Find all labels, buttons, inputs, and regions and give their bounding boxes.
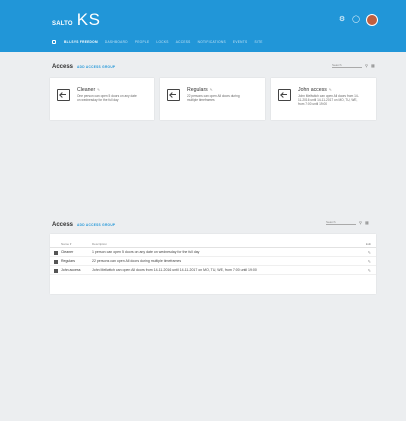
nav-site-selector[interactable]: Bli-Sys Freedom [64, 40, 98, 44]
card-description: John Mellwitch can open All doors from 1… [298, 94, 359, 107]
access-group-icon [54, 268, 58, 273]
grid-view-icon[interactable]: ▦ [371, 63, 375, 68]
search-bar: Search ⚲ ▦ [326, 220, 369, 225]
brand-name: KS [76, 10, 101, 29]
access-group-icon [278, 89, 291, 101]
table-row[interactable]: John access John Mellwitch can open All … [50, 266, 376, 275]
column-description-header: Description [92, 242, 108, 246]
add-access-group-button[interactable]: Add access group [77, 65, 115, 69]
table-header: Name ▾ Description Edit [50, 240, 376, 248]
section-title: Access [52, 64, 74, 70]
access-group-icon [57, 89, 70, 101]
card-description: 22 persons can open All doors during mul… [187, 94, 240, 103]
edit-pencil-icon[interactable]: ✎ [329, 88, 332, 92]
search-icon[interactable]: ⚲ [359, 220, 362, 225]
section-title: Access [52, 222, 74, 228]
page-title: Access Add access group [52, 64, 115, 70]
nav-locks[interactable]: Locks [156, 40, 168, 44]
row-name: Regulars [61, 259, 76, 264]
access-group-icon [54, 259, 58, 264]
app-logo[interactable]: SALTO KS [52, 10, 100, 30]
nav-access[interactable]: Access [176, 40, 191, 44]
nav-events[interactable]: Events [233, 40, 248, 44]
search-bar: Search ⚲ ▦ [332, 63, 375, 68]
row-description: John Mellwitch can open All doors from 1… [92, 268, 257, 273]
grid-view-icon[interactable]: ▦ [365, 220, 369, 225]
access-card-regulars[interactable]: Regulars ✎ 22 persons can open All doors … [160, 78, 265, 120]
edit-pencil-icon[interactable]: ✎ [210, 88, 213, 92]
card-title: Regulars [187, 87, 208, 93]
main-nav: Bli-Sys Freedom Dashboard People Locks A… [52, 40, 263, 44]
gear-icon[interactable]: ⚙ [338, 16, 346, 24]
card-title-row: John access ✎ [298, 87, 332, 93]
card-title-row: Regulars ✎ [187, 87, 213, 93]
search-input[interactable]: Search [332, 63, 362, 68]
chat-icon[interactable]: ◯ [352, 16, 360, 24]
table-row[interactable]: Regulars 22 persons can open All doors d… [50, 257, 376, 266]
row-name: John access [61, 268, 81, 273]
access-card-john[interactable]: John access ✎ John Mellwitch can open All… [271, 78, 376, 120]
access-card-cleaner[interactable]: Cleaner ✎ One person can open 5 doors on … [50, 78, 154, 120]
app-header: SALTO KS ⚙ ◯ Bli-Sys Freedom Dashboard P… [0, 0, 406, 52]
access-table: Name ▾ Description Edit Cleaner 1 person… [50, 234, 376, 294]
card-title: Cleaner [77, 87, 96, 93]
edit-pencil-icon[interactable]: ✎ [368, 259, 371, 264]
nav-dashboard[interactable]: Dashboard [105, 40, 128, 44]
header-actions: ⚙ ◯ [338, 14, 378, 26]
edit-pencil-icon[interactable]: ✎ [368, 268, 371, 273]
access-group-icon [54, 250, 58, 255]
search-input[interactable]: Search [326, 220, 356, 225]
search-icon[interactable]: ⚲ [365, 63, 368, 68]
card-title: John access [298, 87, 327, 93]
access-group-icon [167, 89, 180, 101]
card-title-row: Cleaner ✎ [77, 87, 100, 93]
brand-prefix: SALTO [52, 21, 73, 27]
table-row[interactable]: Cleaner 1 person can open 5 doors on any… [50, 248, 376, 257]
list-title: Access Add access group [52, 222, 115, 228]
row-description: 1 person can open 5 doors on any date on… [92, 250, 200, 255]
nav-site[interactable]: Site [254, 40, 262, 44]
edit-pencil-icon[interactable]: ✎ [368, 250, 371, 255]
user-avatar[interactable] [366, 14, 378, 26]
column-name-header[interactable]: Name ▾ [61, 242, 71, 246]
nav-notifications[interactable]: Notifications [198, 40, 226, 44]
home-icon[interactable] [52, 40, 56, 44]
edit-pencil-icon[interactable]: ✎ [97, 88, 100, 92]
nav-people[interactable]: People [135, 40, 150, 44]
row-name: Cleaner [61, 250, 74, 255]
column-edit-header: Edit [365, 242, 371, 246]
add-access-group-button[interactable]: Add access group [77, 223, 115, 227]
row-description: 22 persons can open All doors during mul… [92, 259, 182, 264]
card-description: One person can open 5 doors on any date … [77, 94, 137, 103]
